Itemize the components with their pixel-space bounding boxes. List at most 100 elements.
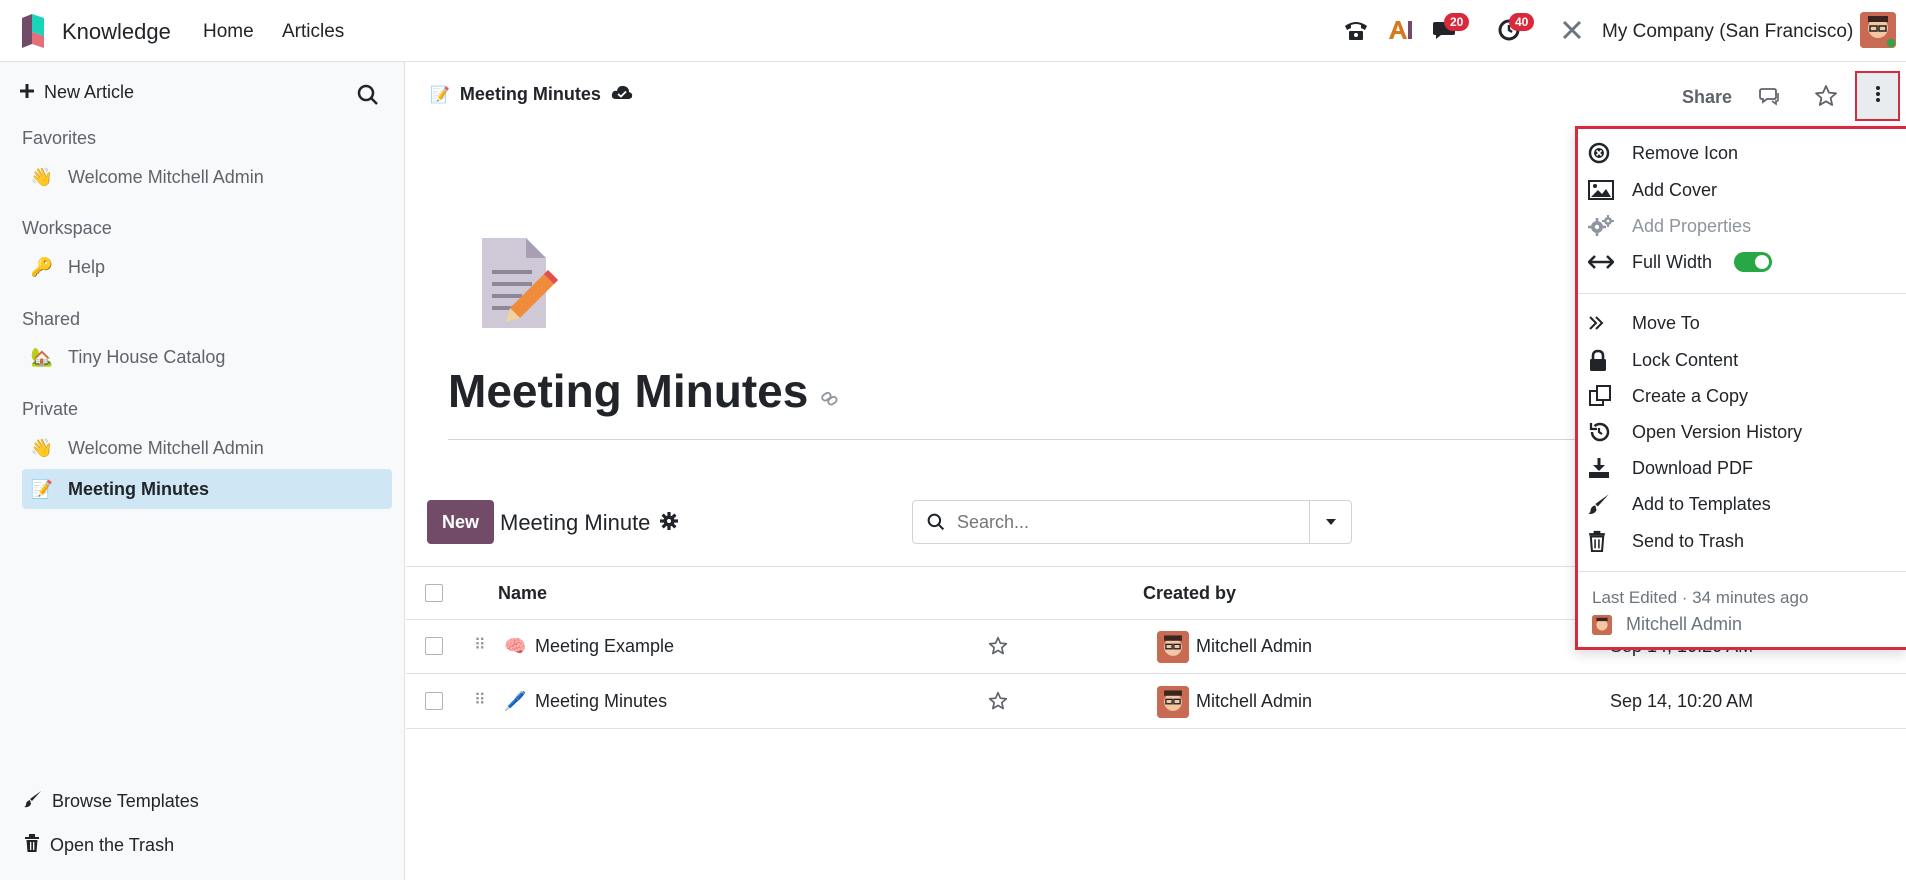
nav-home[interactable]: Home [203,21,254,43]
drag-handle-icon[interactable]: ⠿ [474,690,486,710]
new-record-button[interactable]: New [427,500,494,544]
menu-item-label: Add Cover [1632,179,1718,200]
article-options-dropdown: Remove Icon Add Cover Add Properties Ful… [1575,126,1906,650]
cloud-saved-icon [611,84,633,105]
full-width-toggle[interactable] [1734,252,1773,272]
image-icon [1588,180,1618,200]
menu-item-move-to[interactable]: Move To [1588,308,1700,338]
search-icon[interactable] [357,84,379,111]
search-input[interactable] [957,511,1317,533]
section-shared[interactable]: Shared [22,309,80,330]
sidebar-item-help[interactable]: 🔑 Help [22,247,392,287]
new-article-label: New Article [44,82,135,102]
browse-templates-label: Browse Templates [52,791,199,811]
user-avatar[interactable] [1860,12,1896,48]
comments-icon[interactable] [1758,86,1780,111]
link-icon[interactable] [820,364,840,418]
star-icon[interactable] [988,691,1008,716]
last-editor-name: Mitchell Admin [1626,614,1743,634]
article-title[interactable]: Meeting Minutes [448,364,808,418]
search-box [912,500,1352,544]
nav-articles[interactable]: Articles [282,21,344,43]
copy-icon [1588,385,1618,407]
caret-down-icon [1325,513,1337,531]
menu-item-add-properties[interactable]: Add Properties [1588,211,1751,241]
search-options-toggle[interactable] [1309,501,1351,543]
menu-item-send-trash[interactable]: Send to Trash [1588,526,1744,556]
menu-item-label: Move To [1632,312,1700,333]
sidebar-item-meeting-minutes[interactable]: 📝 Meeting Minutes [22,469,392,509]
sidebar: New Article Favorites 👋 Welcome Mitchell… [0,62,405,880]
more-options-button[interactable] [1855,71,1900,121]
sidebar-item-label: Tiny House Catalog [68,346,226,367]
row-name[interactable]: Meeting Example [535,636,674,657]
history-icon [1588,421,1618,443]
menu-divider [1578,571,1906,572]
drag-handle-icon[interactable]: ⠿ [474,635,486,655]
row-icon: 🧠 [504,636,527,656]
key-icon: 🔑 [30,256,54,277]
share-button[interactable]: Share [1682,87,1732,108]
last-editor: Mitchell Admin [1592,614,1742,635]
paintbrush-icon [24,790,42,813]
search-icon [927,513,945,531]
menu-item-remove-icon[interactable]: Remove Icon [1588,138,1738,168]
article-icon[interactable] [476,234,560,330]
trash-icon [24,834,40,857]
breadcrumb-title[interactable]: Meeting Minutes [460,84,601,105]
menu-item-label: Download PDF [1632,457,1754,478]
messages-icon[interactable]: 20 [1428,13,1470,46]
menu-item-add-templates[interactable]: Add to Templates [1588,489,1771,519]
favorite-star-icon[interactable] [1814,84,1838,113]
menu-item-label: Send to Trash [1632,530,1745,551]
menu-item-lock-content[interactable]: Lock Content [1588,345,1738,375]
gear-icon[interactable] [660,510,679,536]
menu-item-version-history[interactable]: Open Version History [1588,417,1802,447]
sidebar-item-tiny-house[interactable]: 🏡 Tiny House Catalog [22,337,392,377]
section-private[interactable]: Private [22,399,78,420]
menu-item-label: Add Properties [1632,215,1752,236]
new-article-button[interactable]: New Article [20,82,134,103]
phone-icon[interactable] [1340,14,1372,46]
browse-templates-link[interactable]: Browse Templates [24,790,199,813]
table-row[interactable]: ⠿ 🖊️ Meeting Minutes Mitchell Admin Sep … [406,675,1906,729]
double-chevron-right-icon [1588,315,1618,331]
open-trash-link[interactable]: Open the Trash [24,834,174,857]
lock-icon [1588,349,1618,371]
embedded-view-label: Meeting Minute [500,510,651,535]
avatar [1157,686,1189,718]
column-created-by[interactable]: Created by [1143,583,1236,604]
company-switcher[interactable]: My Company (San Francisco) [1602,21,1853,43]
menu-divider [1578,293,1906,294]
row-name[interactable]: Meeting Minutes [535,691,667,712]
section-favorites[interactable]: Favorites [22,128,96,149]
menu-item-download-pdf[interactable]: Download PDF [1588,453,1753,483]
sidebar-item-priv-welcome[interactable]: 👋 Welcome Mitchell Admin [22,428,392,468]
activities-badge: 40 [1509,13,1535,31]
remove-circle-icon [1588,142,1618,164]
sidebar-item-label: Help [68,256,106,277]
section-workspace[interactable]: Workspace [22,218,112,239]
ai-icon[interactable] [1384,14,1416,46]
activities-icon[interactable]: 40 [1493,13,1535,46]
arrows-horizontal-icon [1588,254,1618,270]
star-icon[interactable] [988,636,1008,661]
menu-item-full-width[interactable]: Full Width [1588,247,1773,277]
menu-item-add-cover[interactable]: Add Cover [1588,175,1717,205]
breadcrumb: 📝 Meeting Minutes [430,84,633,105]
knowledge-logo-icon[interactable] [20,14,46,48]
select-all-checkbox[interactable] [425,584,443,602]
vertical-ellipsis-icon [1875,85,1881,108]
tools-icon[interactable] [1556,14,1588,46]
avatar [1157,631,1189,663]
menu-item-create-copy[interactable]: Create a Copy [1588,381,1748,411]
sidebar-item-label: Meeting Minutes [68,478,210,499]
sidebar-item-fav-welcome[interactable]: 👋 Welcome Mitchell Admin [22,157,392,197]
page-title[interactable]: Meeting Minutes [448,364,840,418]
messages-badge: 20 [1444,13,1470,31]
embedded-view-title: Meeting Minute [500,510,679,536]
row-checkbox[interactable] [425,692,443,710]
app-name[interactable]: Knowledge [62,19,171,45]
column-name[interactable]: Name [498,583,547,604]
row-checkbox[interactable] [425,637,443,655]
